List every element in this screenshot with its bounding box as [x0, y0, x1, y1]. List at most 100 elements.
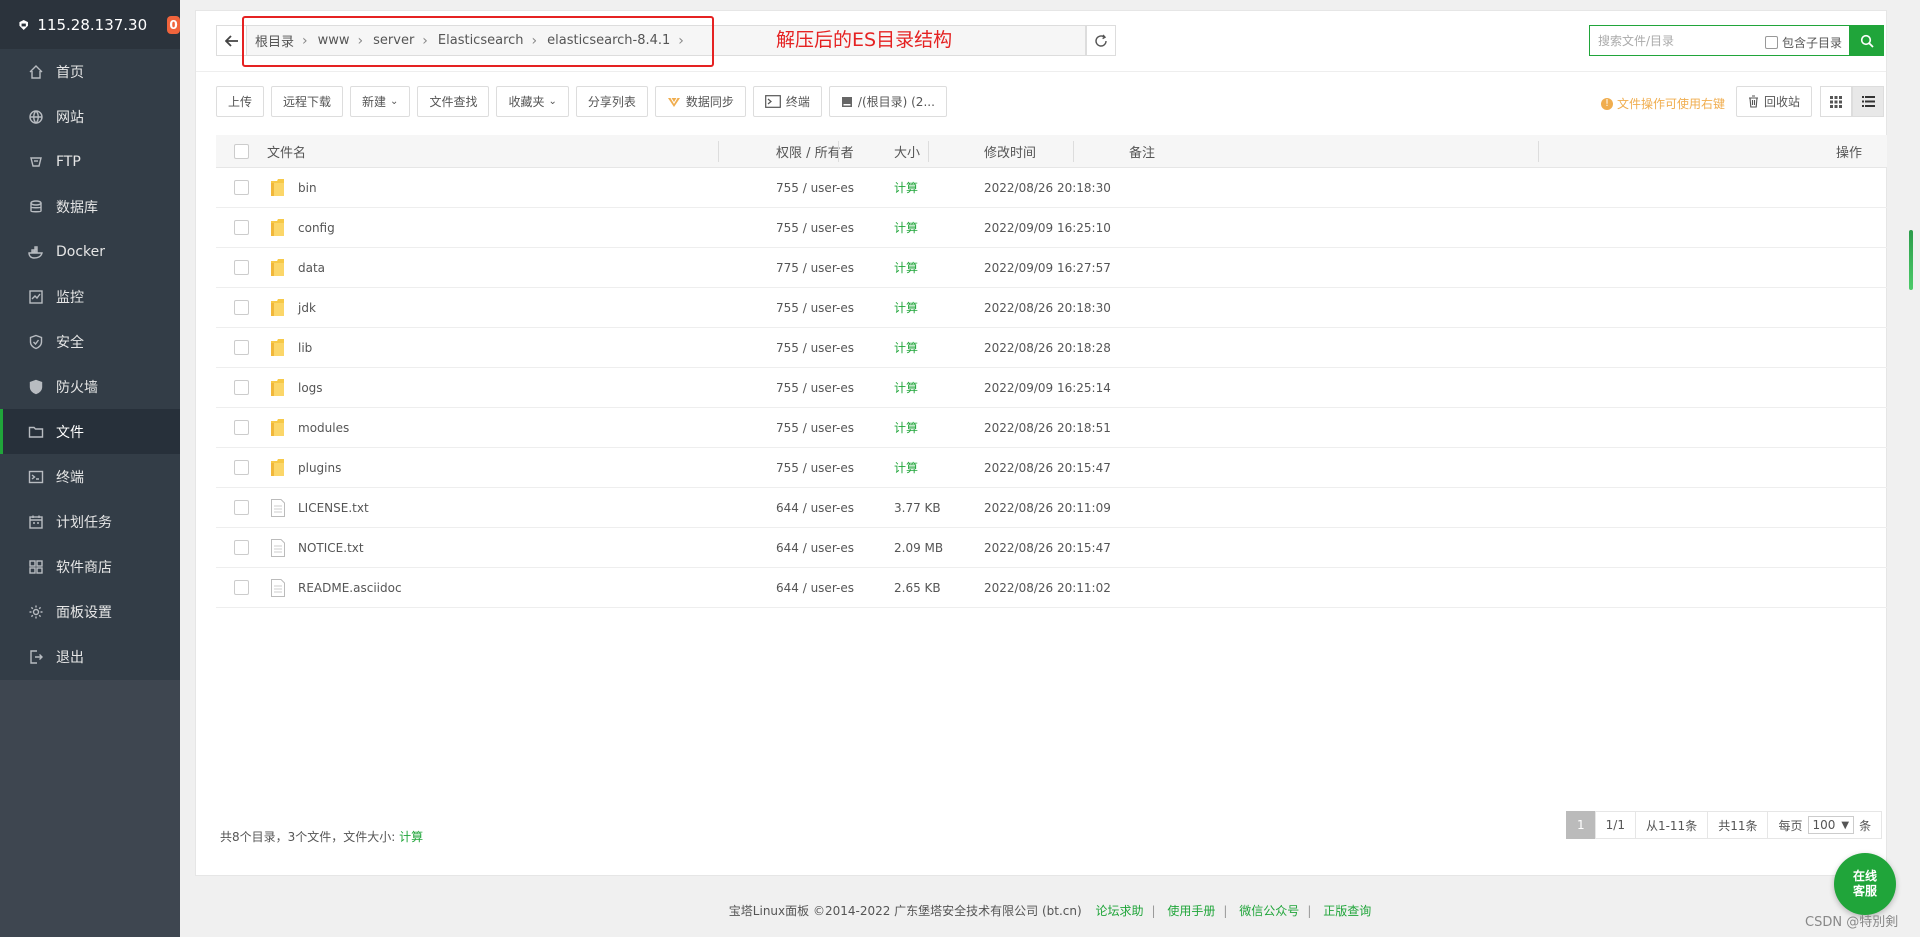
online-service-button[interactable]: 在线 客服 [1834, 853, 1896, 915]
name-cell[interactable]: modules [266, 418, 767, 438]
perm-cell[interactable]: 644 / user-es [767, 501, 887, 515]
size-cell[interactable]: 计算 [887, 219, 977, 236]
data-sync-button[interactable]: 数据同步 [654, 86, 746, 117]
perm-cell[interactable]: 775 / user-es [767, 261, 887, 275]
table-row[interactable]: lib 755 / user-es 计算 2022/08/26 20:18:28 [216, 328, 1887, 368]
recycle-bin-button[interactable]: 回收站 [1736, 86, 1813, 117]
file-name[interactable]: logs [298, 381, 323, 395]
name-cell[interactable]: jdk [266, 298, 767, 318]
table-row[interactable]: NOTICE.txt 644 / user-es 2.09 MB 2022/08/26… [216, 528, 1887, 568]
header-size[interactable]: 大小 [887, 142, 977, 161]
sidebar-item-9[interactable]: 终端 [0, 454, 180, 499]
perm-cell[interactable]: 755 / user-es [767, 181, 887, 195]
name-cell[interactable]: bin [266, 178, 767, 198]
sidebar-item-6[interactable]: 安全 [0, 319, 180, 364]
sidebar-item-3[interactable]: 数据库 [0, 184, 180, 229]
row-checkbox[interactable] [233, 460, 249, 475]
scrollbar-thumb[interactable] [1909, 230, 1913, 290]
size-cell[interactable]: 计算 [887, 419, 977, 436]
row-checkbox[interactable] [233, 260, 249, 275]
perm-cell[interactable]: 755 / user-es [767, 461, 887, 475]
header-perm[interactable]: 权限 / 所有者 [767, 142, 887, 161]
size-cell[interactable]: 计算 [887, 179, 977, 196]
wechat-link[interactable]: 微信公众号 [1239, 904, 1299, 918]
header-time[interactable]: 修改时间 [977, 142, 1122, 161]
grid-view-button[interactable] [1820, 86, 1852, 117]
upload-button[interactable]: 上传 [216, 86, 265, 117]
sidebar-item-4[interactable]: Docker [0, 229, 180, 274]
file-name[interactable]: NOTICE.txt [298, 541, 364, 555]
header-name[interactable]: 文件名 [266, 142, 767, 161]
table-row[interactable]: config 755 / user-es 计算 2022/09/09 16:25:10 [216, 208, 1887, 248]
file-name[interactable]: README.asciidoc [298, 581, 402, 595]
table-row[interactable]: jdk 755 / user-es 计算 2022/08/26 20:18:30 [216, 288, 1887, 328]
file-name[interactable]: lib [298, 341, 312, 355]
row-checkbox[interactable] [233, 500, 249, 515]
search-input[interactable]: 搜索文件/目录 包含子目录 [1589, 25, 1849, 56]
name-cell[interactable]: README.asciidoc [266, 578, 767, 598]
per-page-select[interactable]: 100 ▼ [1807, 816, 1855, 834]
file-name[interactable]: LICENSE.txt [298, 501, 369, 515]
perm-cell[interactable]: 644 / user-es [767, 581, 887, 595]
include-subdir-checkbox[interactable]: 包含子目录 [1765, 34, 1842, 51]
row-checkbox[interactable] [233, 220, 249, 235]
table-row[interactable]: bin 755 / user-es 计算 2022/08/26 20:18:30 [216, 168, 1887, 208]
perm-cell[interactable]: 755 / user-es [767, 381, 887, 395]
table-row[interactable]: logs 755 / user-es 计算 2022/09/09 16:25:14 [216, 368, 1887, 408]
name-cell[interactable]: config [266, 218, 767, 238]
size-cell[interactable]: 计算 [887, 339, 977, 356]
file-name[interactable]: plugins [298, 461, 341, 475]
forum-link[interactable]: 论坛求助 [1096, 904, 1144, 918]
search-button[interactable] [1849, 25, 1884, 56]
name-cell[interactable]: data [266, 258, 767, 278]
page-current[interactable]: 1 [1566, 811, 1595, 839]
perm-cell[interactable]: 755 / user-es [767, 221, 887, 235]
favorites-button[interactable]: 收藏夹 ⌄ [496, 86, 569, 117]
name-cell[interactable]: LICENSE.txt [266, 498, 767, 518]
disk-button[interactable]: /(根目录) (2... [828, 86, 947, 117]
file-search-button[interactable]: 文件查找 [417, 86, 490, 117]
perm-cell[interactable]: 755 / user-es [767, 301, 887, 315]
summary-calc-link[interactable]: 计算 [399, 830, 423, 844]
new-button[interactable]: 新建 ⌄ [350, 86, 411, 117]
file-name[interactable]: jdk [298, 301, 316, 315]
file-name[interactable]: data [298, 261, 325, 275]
table-row[interactable]: LICENSE.txt 644 / user-es 3.77 KB 2022/08/2… [216, 488, 1887, 528]
sidebar-item-12[interactable]: 面板设置 [0, 589, 180, 634]
row-checkbox[interactable] [233, 540, 249, 555]
file-name[interactable]: config [298, 221, 335, 235]
size-cell[interactable]: 计算 [887, 299, 977, 316]
name-cell[interactable]: lib [266, 338, 767, 358]
sidebar-item-0[interactable]: 首页 [0, 49, 180, 94]
manual-link[interactable]: 使用手册 [1167, 904, 1215, 918]
row-checkbox[interactable] [233, 580, 249, 595]
row-checkbox[interactable] [233, 340, 249, 355]
sidebar-item-10[interactable]: 计划任务 [0, 499, 180, 544]
refresh-button[interactable] [1086, 25, 1116, 56]
table-row[interactable]: plugins 755 / user-es 计算 2022/08/26 20:15:4… [216, 448, 1887, 488]
sidebar-item-8[interactable]: 文件 [0, 409, 180, 454]
notification-badge[interactable]: 0 [167, 15, 180, 34]
name-cell[interactable]: NOTICE.txt [266, 538, 767, 558]
select-all-checkbox[interactable] [233, 143, 249, 159]
table-row[interactable]: modules 755 / user-es 计算 2022/08/26 20:18:5… [216, 408, 1887, 448]
file-name[interactable]: bin [298, 181, 317, 195]
sidebar-item-7[interactable]: 防火墙 [0, 364, 180, 409]
file-name[interactable]: modules [298, 421, 349, 435]
checkbox-box[interactable] [1765, 36, 1778, 49]
terminal-button[interactable]: 终端 [752, 86, 822, 117]
table-row[interactable]: README.asciidoc 644 / user-es 2.65 KB 2022/… [216, 568, 1887, 608]
size-cell[interactable]: 计算 [887, 379, 977, 396]
size-cell[interactable]: 计算 [887, 459, 977, 476]
perm-cell[interactable]: 644 / user-es [767, 541, 887, 555]
sidebar-item-11[interactable]: 软件商店 [0, 544, 180, 589]
row-checkbox[interactable] [233, 300, 249, 315]
row-checkbox[interactable] [233, 380, 249, 395]
perm-cell[interactable]: 755 / user-es [767, 421, 887, 435]
license-check-link[interactable]: 正版查询 [1323, 904, 1371, 918]
table-row[interactable]: data 775 / user-es 计算 2022/09/09 16:27:57 [216, 248, 1887, 288]
name-cell[interactable]: plugins [266, 458, 767, 478]
sidebar-item-13[interactable]: 退出 [0, 634, 180, 679]
sidebar-item-5[interactable]: 监控 [0, 274, 180, 319]
sidebar-item-1[interactable]: 网站 [0, 94, 180, 139]
